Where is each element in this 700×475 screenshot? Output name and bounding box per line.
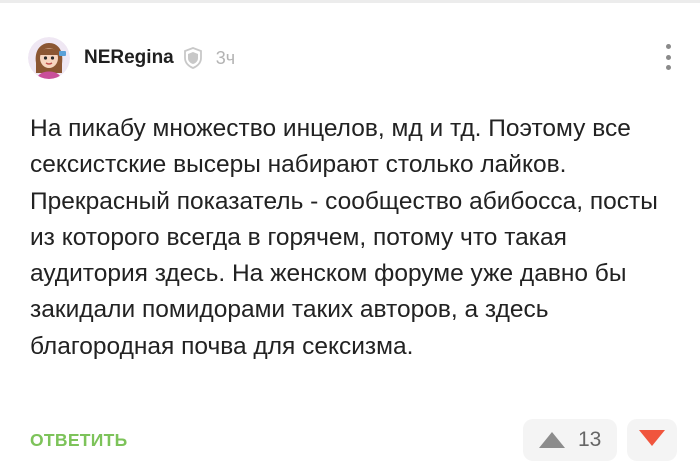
rating-control: 13 xyxy=(523,419,617,461)
triangle-down-icon xyxy=(638,429,666,452)
avatar[interactable] xyxy=(28,37,70,79)
downvote-button[interactable] xyxy=(627,419,677,461)
rating-value: 13 xyxy=(578,428,602,451)
more-vertical-icon[interactable] xyxy=(662,44,674,70)
comment-header: NERegina 3ч xyxy=(28,36,235,80)
comment-screen: NERegina 3ч На пикабу множество инцелов,… xyxy=(0,0,700,475)
top-divider xyxy=(0,0,700,3)
reply-button[interactable]: ОТВЕТИТЬ xyxy=(30,430,128,451)
username[interactable]: NERegina xyxy=(84,47,174,69)
shield-check-icon xyxy=(182,47,204,69)
comment-time: 3ч xyxy=(215,47,236,68)
triangle-up-icon[interactable] xyxy=(538,430,566,450)
comment-body: На пикабу множество инцелов, мд и тд. По… xyxy=(30,115,658,360)
